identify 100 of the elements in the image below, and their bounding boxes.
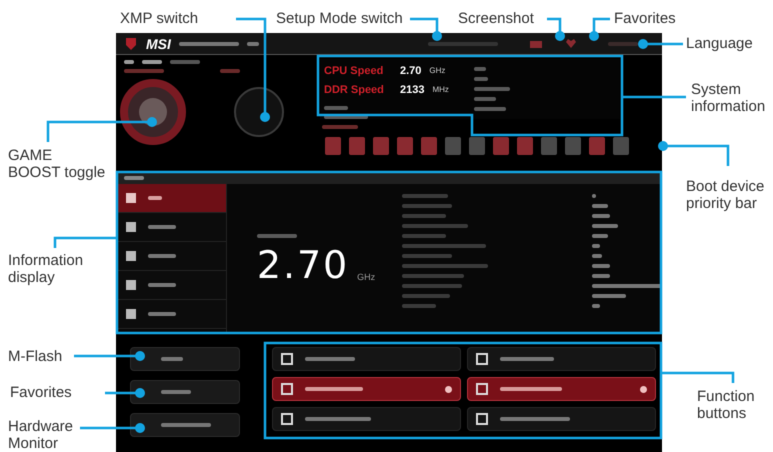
callout-line bbox=[410, 18, 442, 41]
function-icon bbox=[281, 413, 293, 425]
menu-item[interactable] bbox=[116, 213, 226, 242]
callout-label: System information bbox=[691, 81, 766, 115]
blurred-text-bar bbox=[402, 194, 448, 198]
callout-label: Setup Mode switch bbox=[276, 10, 404, 27]
blurred-text-bar bbox=[592, 254, 602, 258]
blurred-text-bar bbox=[148, 254, 176, 258]
blurred-text-bar bbox=[305, 387, 363, 391]
speed-unit: MHz bbox=[432, 84, 449, 96]
blurred-text-bar bbox=[161, 390, 191, 394]
blurred-text-bar bbox=[124, 60, 134, 64]
menu-item[interactable] bbox=[116, 300, 226, 329]
boot-device-icon[interactable] bbox=[492, 135, 510, 157]
menu-item[interactable] bbox=[116, 271, 226, 300]
speed-value: 2133 bbox=[400, 82, 424, 98]
callout-line bbox=[638, 39, 683, 49]
side-button[interactable] bbox=[130, 413, 240, 437]
brand-logo: MSI bbox=[146, 36, 171, 50]
speed-label: DDR Speed bbox=[324, 82, 385, 98]
function-button[interactable] bbox=[467, 377, 656, 401]
blurred-text-bar bbox=[305, 357, 355, 361]
side-button[interactable] bbox=[130, 380, 240, 404]
blurred-text-bar bbox=[608, 42, 638, 46]
callout-label: Function buttons bbox=[697, 388, 756, 422]
callout-label: Favorites bbox=[614, 10, 677, 27]
xmp-dial[interactable] bbox=[234, 87, 284, 137]
function-icon bbox=[476, 353, 488, 365]
blurred-text-bar bbox=[124, 69, 164, 73]
boot-device-icon[interactable] bbox=[564, 135, 582, 157]
blurred-text-bar bbox=[592, 264, 610, 268]
blurred-text-bar bbox=[592, 294, 626, 298]
boot-device-icon[interactable] bbox=[612, 135, 630, 157]
blurred-text-bar bbox=[322, 125, 358, 129]
blurred-text-bar bbox=[592, 214, 610, 218]
speed-unit: GHz bbox=[429, 65, 446, 78]
blurred-text-bar bbox=[161, 357, 183, 361]
function-button[interactable] bbox=[467, 347, 656, 371]
menu-icon bbox=[126, 222, 136, 232]
menu-item[interactable] bbox=[116, 184, 226, 213]
boot-device-icon[interactable] bbox=[468, 135, 486, 157]
callout-line bbox=[547, 18, 565, 41]
blurred-text-bar bbox=[124, 176, 144, 180]
blurred-text-bar bbox=[256, 234, 297, 238]
callout-line bbox=[105, 388, 145, 398]
blurred-text-bar bbox=[592, 284, 662, 288]
blurred-text-bar bbox=[474, 87, 510, 91]
blurred-text-bar bbox=[592, 204, 608, 208]
blurred-text-bar bbox=[402, 304, 436, 308]
menu-icon bbox=[126, 193, 136, 203]
speed-value: 2.70 bbox=[400, 64, 422, 79]
boot-device-icon[interactable] bbox=[516, 135, 534, 157]
function-button[interactable] bbox=[467, 407, 656, 431]
blurred-text-bar bbox=[142, 60, 162, 64]
blurred-text-bar bbox=[592, 274, 610, 278]
boot-device-icon[interactable] bbox=[540, 135, 558, 157]
function-icon bbox=[281, 383, 293, 395]
blurred-text-bar bbox=[474, 97, 496, 101]
frequency-unit: GHz bbox=[357, 270, 376, 284]
function-button[interactable] bbox=[272, 377, 461, 401]
callout-line bbox=[80, 423, 145, 433]
blurred-text-bar bbox=[402, 234, 446, 238]
blurred-text-bar bbox=[592, 244, 600, 248]
callout-label: Language bbox=[686, 35, 754, 52]
blurred-text-bar bbox=[474, 77, 488, 81]
callout-line bbox=[622, 96, 686, 98]
blurred-text-bar bbox=[500, 387, 562, 391]
blurred-text-bar bbox=[592, 304, 600, 308]
blurred-text-bar bbox=[402, 204, 452, 208]
blurred-text-bar bbox=[402, 224, 468, 228]
menu-icon bbox=[126, 309, 136, 319]
blurred-text-bar bbox=[474, 107, 506, 111]
callout-label: Boot device priority bar bbox=[686, 178, 766, 212]
side-button[interactable] bbox=[130, 347, 240, 371]
blurred-text-bar bbox=[305, 417, 371, 421]
blurred-text-bar bbox=[220, 69, 240, 73]
function-icon bbox=[281, 353, 293, 365]
blurred-text-bar bbox=[402, 284, 462, 288]
blurred-text-bar bbox=[402, 254, 452, 258]
blurred-text-bar bbox=[148, 196, 162, 200]
callout-line bbox=[74, 351, 145, 361]
toggle-dot-icon bbox=[640, 386, 647, 392]
menu-icon bbox=[126, 251, 136, 261]
menu-item[interactable] bbox=[116, 242, 226, 271]
blurred-text-bar bbox=[178, 42, 239, 46]
function-icon bbox=[476, 413, 488, 425]
callout-line bbox=[658, 141, 730, 166]
callout-label: XMP switch bbox=[120, 10, 200, 27]
blurred-text-bar bbox=[402, 214, 446, 218]
menu-icon bbox=[126, 280, 136, 290]
blurred-text-bar bbox=[148, 312, 176, 316]
blurred-text-bar bbox=[500, 417, 570, 421]
function-button[interactable] bbox=[272, 407, 461, 431]
blurred-text-bar bbox=[161, 423, 211, 427]
callout-label: Favorites bbox=[10, 384, 73, 401]
callout-label: Screenshot bbox=[458, 10, 535, 27]
function-button[interactable] bbox=[272, 347, 461, 371]
callout-label: Information display bbox=[8, 252, 84, 286]
boot-device-icon[interactable] bbox=[588, 135, 606, 157]
blurred-text-bar bbox=[324, 115, 368, 119]
